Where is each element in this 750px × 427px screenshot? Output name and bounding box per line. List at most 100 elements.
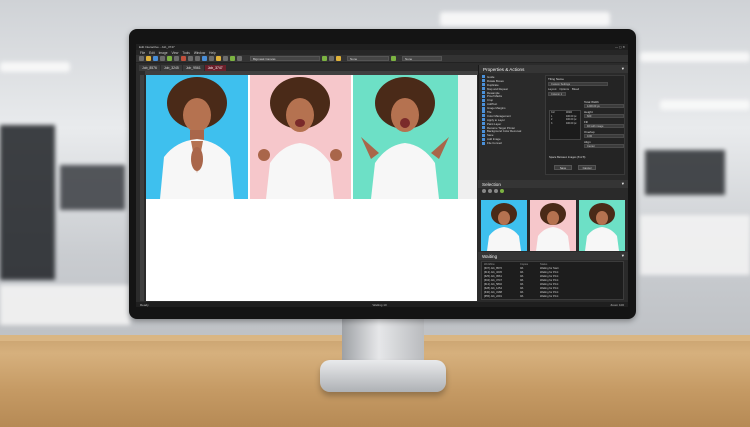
thumbnail-praying[interactable] bbox=[481, 200, 527, 251]
tab-layout[interactable]: Layout bbox=[548, 87, 556, 91]
color-icon[interactable] bbox=[230, 56, 235, 61]
fill-mode-select[interactable]: Fill with image bbox=[584, 124, 624, 128]
column-select[interactable]: Column 1 bbox=[548, 92, 566, 96]
action-item[interactable]: File Convert bbox=[482, 141, 544, 145]
photo-praying[interactable] bbox=[146, 75, 248, 199]
undo-icon[interactable] bbox=[188, 56, 193, 61]
background-desk bbox=[640, 215, 750, 275]
tiling-options: Tiling Name Custom Settings Layout Optio… bbox=[545, 75, 625, 175]
app-window: Edit Interactive - Job_3747 — ▢ ✕ File E… bbox=[136, 44, 628, 307]
action-list: Guide Rotate Boxes Duplicate Map and Rep… bbox=[482, 75, 544, 145]
height-field[interactable]: 600 bbox=[584, 114, 624, 118]
action-icon bbox=[482, 75, 485, 79]
menu-tools[interactable]: Tools bbox=[182, 51, 189, 55]
collapse-icon[interactable]: ▾ bbox=[622, 181, 624, 187]
collapse-icon[interactable]: ▾ bbox=[622, 66, 624, 72]
action-icon bbox=[482, 110, 485, 114]
properties-header: Properties & Actions ▾ bbox=[479, 65, 628, 73]
second-mode-select[interactable]: None bbox=[402, 56, 442, 61]
rotate-icon[interactable] bbox=[209, 56, 214, 61]
canvas-view-select[interactable]: Bigmask Canvas bbox=[250, 56, 320, 61]
thumbnail-excited[interactable] bbox=[530, 200, 576, 251]
zoom-level: Zoom 100 bbox=[610, 302, 624, 307]
action-icon bbox=[482, 91, 485, 94]
action-icon bbox=[482, 83, 485, 87]
thumbnail-surprised[interactable] bbox=[579, 200, 625, 251]
properties-panel: Properties & Actions ▾ Guide Rotate Boxe… bbox=[478, 65, 628, 180]
person-surprised-image bbox=[361, 77, 449, 199]
photo-surprised[interactable] bbox=[353, 75, 458, 199]
add-image-icon[interactable] bbox=[167, 56, 172, 61]
action-icon bbox=[482, 122, 485, 126]
table-row[interactable]: [655] Job_2291 0/1 Waiting for Print bbox=[482, 294, 623, 298]
menu-file[interactable]: File bbox=[140, 51, 145, 55]
select-all-icon[interactable] bbox=[482, 189, 486, 193]
thumbnail-image bbox=[487, 203, 521, 251]
properties-title: Properties & Actions bbox=[483, 66, 525, 72]
waiting-count: Waiting 10 bbox=[372, 302, 387, 307]
waiting-panel: Waiting ▾ Workflow Copies Status [607] J… bbox=[478, 252, 628, 302]
deselect-icon[interactable] bbox=[488, 189, 492, 193]
selection-panel: Selection ▾ bbox=[478, 180, 628, 252]
action-icon bbox=[482, 102, 485, 106]
selection-tools bbox=[478, 188, 628, 194]
action-icon bbox=[482, 106, 485, 110]
mode-select[interactable]: None bbox=[347, 56, 389, 61]
flip-icon[interactable] bbox=[216, 56, 221, 61]
waiting-title: Waiting bbox=[482, 253, 498, 259]
ceiling-light bbox=[440, 12, 610, 26]
refresh-icon[interactable] bbox=[322, 56, 327, 61]
waiting-table: Workflow Copies Status [607] Job_8576 0/1… bbox=[481, 261, 624, 300]
menu-help[interactable]: Help bbox=[209, 51, 216, 55]
waiting-header: Waiting ▾ bbox=[478, 252, 628, 260]
delete-icon[interactable] bbox=[181, 56, 186, 61]
action-icon bbox=[482, 98, 485, 102]
save-icon[interactable] bbox=[153, 56, 158, 61]
window-controls[interactable]: — ▢ ✕ bbox=[615, 45, 625, 49]
action-icon bbox=[482, 118, 485, 122]
table-row[interactable]: 3 400.00 px bbox=[550, 122, 580, 126]
overlap-field[interactable]: 0.00 bbox=[584, 134, 624, 138]
new-icon[interactable] bbox=[139, 56, 144, 61]
action-icon bbox=[482, 126, 485, 130]
action-icon bbox=[482, 94, 485, 98]
lock-icon[interactable] bbox=[336, 56, 341, 61]
ceiling-light bbox=[660, 100, 750, 110]
action-icon bbox=[482, 87, 485, 91]
crop-icon[interactable] bbox=[174, 56, 179, 61]
zoom-icon[interactable] bbox=[202, 56, 207, 61]
save-button[interactable]: Save bbox=[554, 165, 572, 170]
background-window bbox=[60, 165, 125, 210]
print-canvas[interactable] bbox=[146, 75, 477, 301]
menu-edit[interactable]: Edit bbox=[149, 51, 155, 55]
canvas-margin bbox=[458, 75, 477, 199]
photo-excited[interactable] bbox=[250, 75, 351, 199]
tab-options[interactable]: Options bbox=[559, 87, 569, 91]
action-icon bbox=[482, 137, 485, 141]
action-icon bbox=[482, 114, 485, 118]
total-width-field[interactable]: 1200.00 px bbox=[584, 104, 624, 108]
monitor-stand bbox=[320, 360, 446, 392]
arrow-icon[interactable] bbox=[494, 189, 498, 193]
cancel-button[interactable]: Cancel bbox=[578, 165, 596, 170]
tab-bleed[interactable]: Bleed bbox=[572, 87, 579, 91]
ceiling-light bbox=[640, 52, 750, 62]
refresh-icon[interactable] bbox=[500, 189, 504, 193]
grid-icon[interactable] bbox=[223, 56, 228, 61]
toolbar: Bigmask Canvas None None bbox=[136, 55, 628, 63]
redo-icon[interactable] bbox=[195, 56, 200, 61]
column-table[interactable]: Col Width 1 400.00 px 2 400.00 px 3 400.00 p… bbox=[549, 110, 581, 140]
align-select[interactable]: Center bbox=[584, 144, 624, 148]
person-praying-image bbox=[160, 77, 234, 199]
print-icon[interactable] bbox=[160, 56, 165, 61]
thumbnail-image bbox=[585, 203, 619, 251]
collapse-icon[interactable]: ▾ bbox=[622, 253, 624, 259]
settings-icon[interactable] bbox=[329, 56, 334, 61]
menu-view[interactable]: View bbox=[172, 51, 179, 55]
layer-icon[interactable] bbox=[237, 56, 242, 61]
menu-image[interactable]: Image bbox=[159, 51, 168, 55]
play-icon[interactable] bbox=[391, 56, 396, 61]
open-folder-icon[interactable] bbox=[146, 56, 151, 61]
menu-window[interactable]: Window bbox=[194, 51, 205, 55]
action-icon bbox=[482, 133, 485, 137]
